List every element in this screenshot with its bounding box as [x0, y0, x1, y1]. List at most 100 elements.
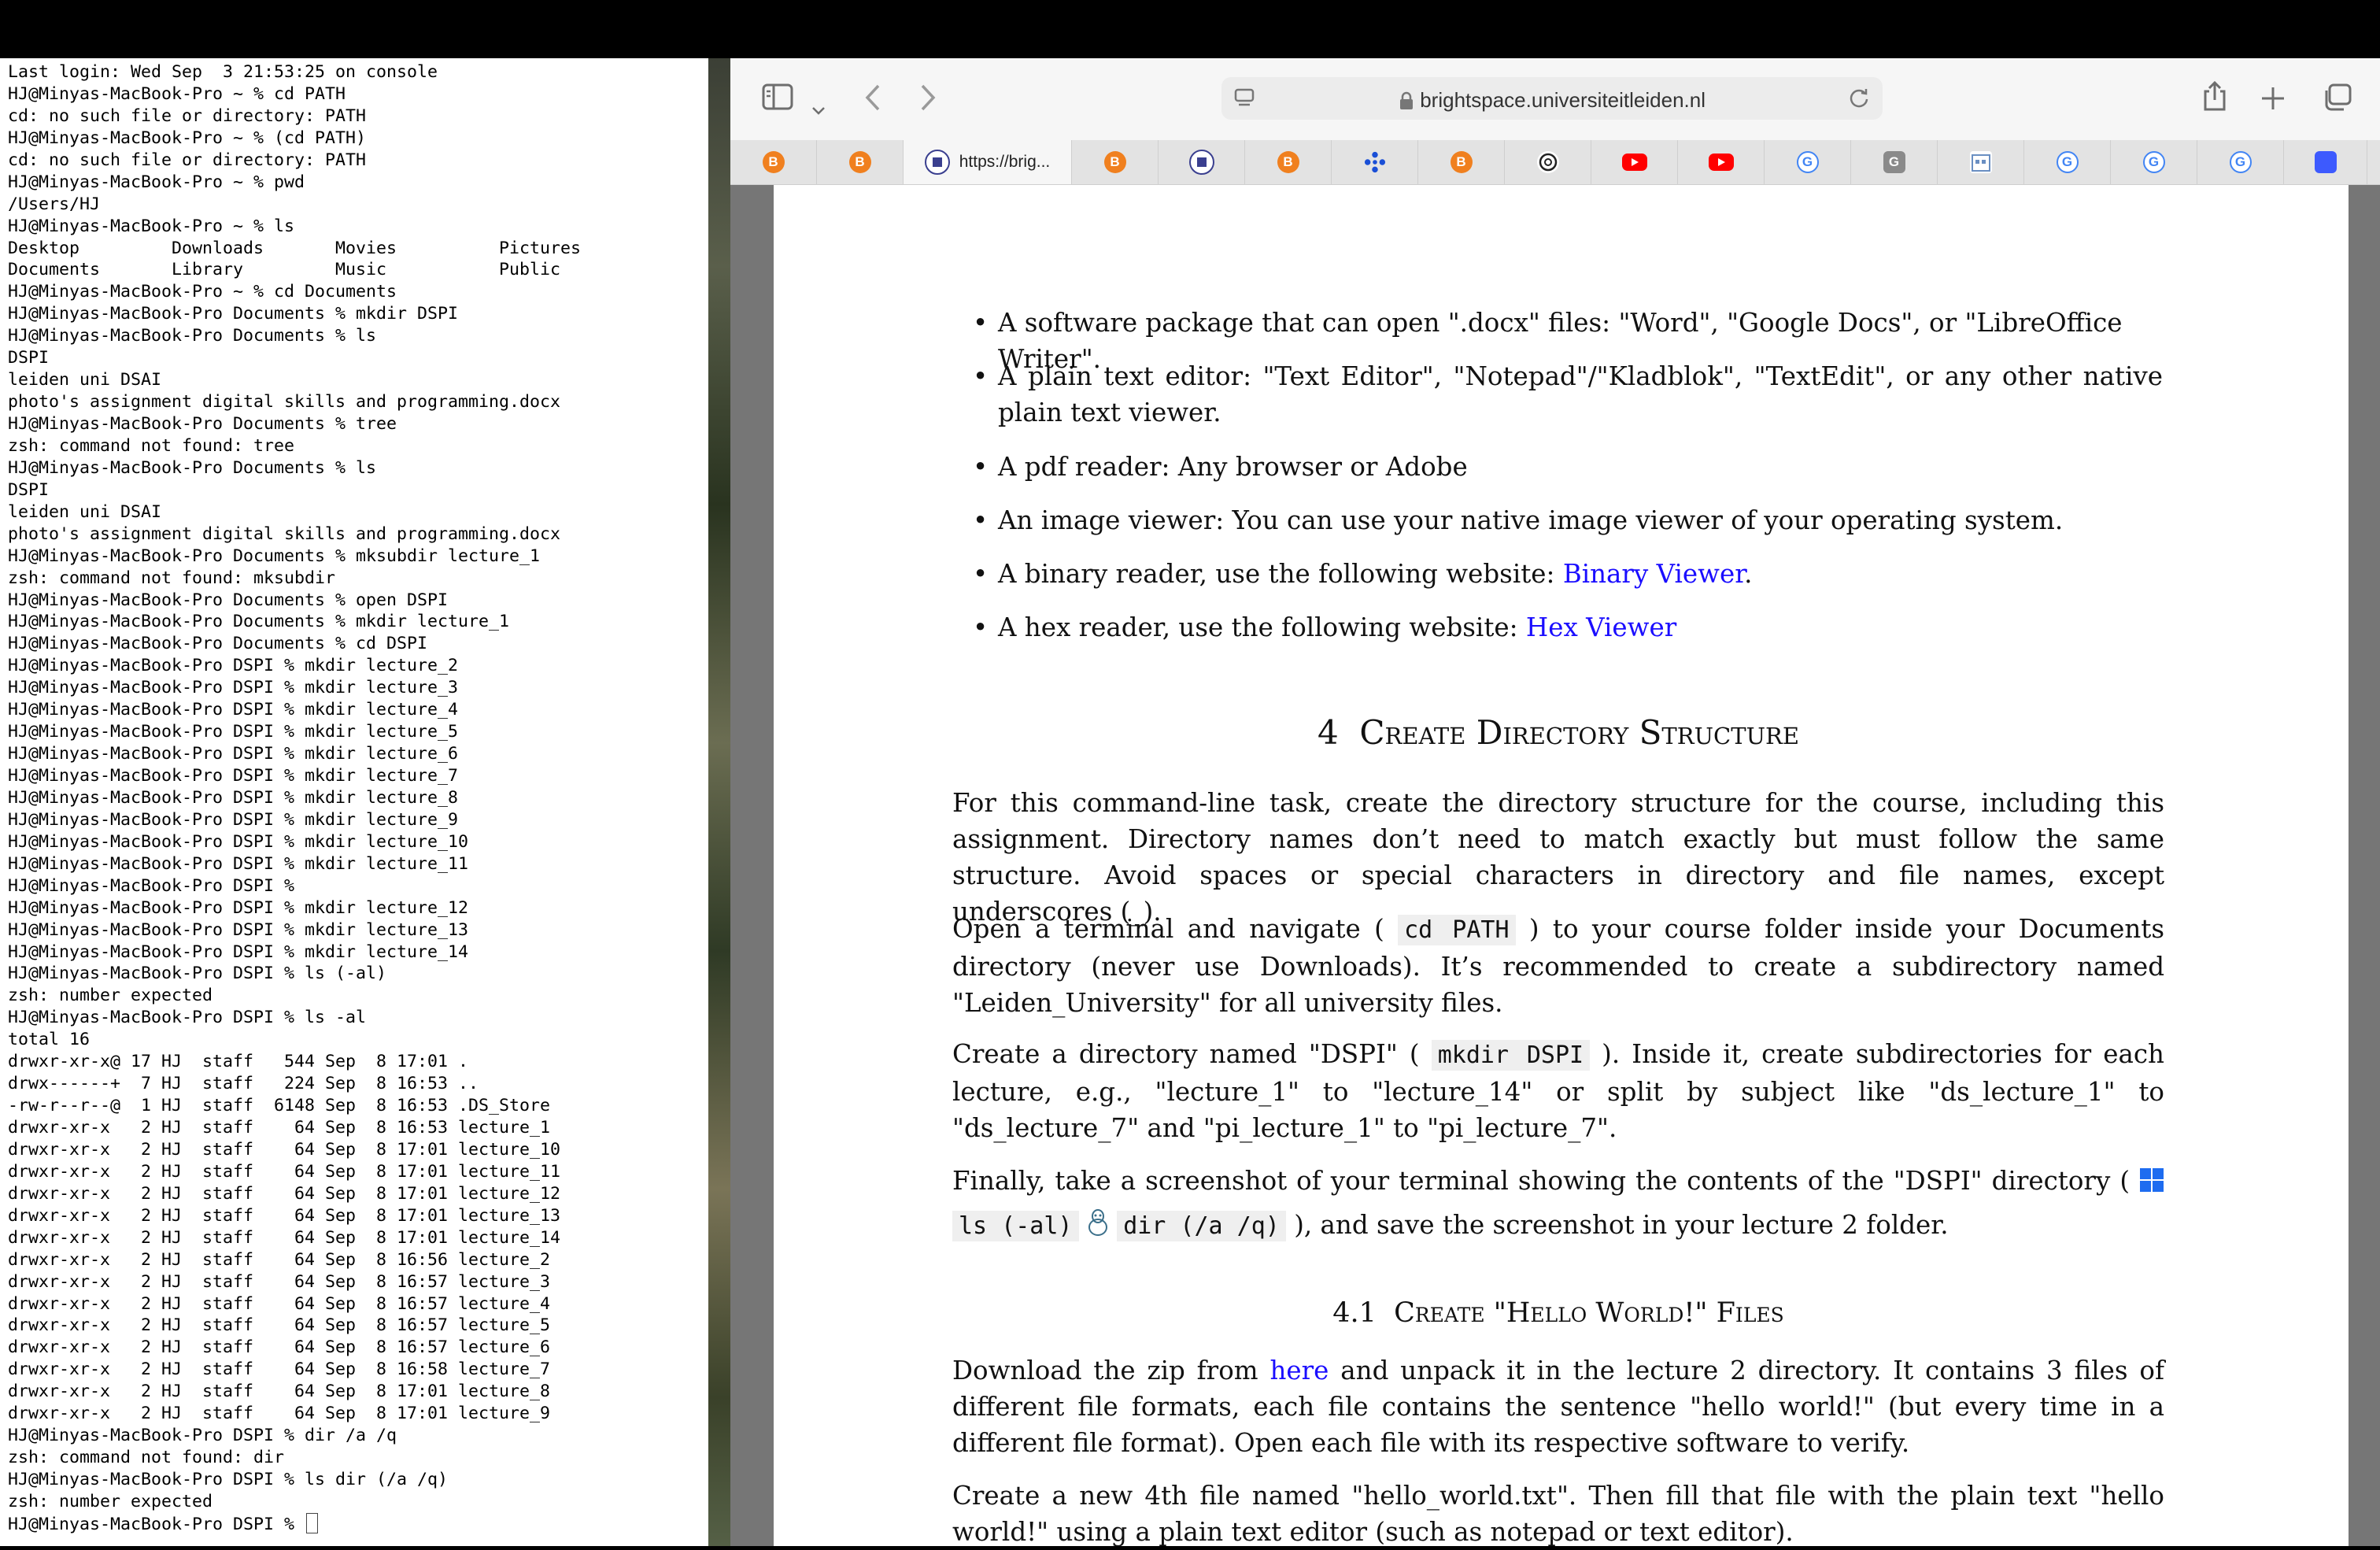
tab[interactable] [2284, 140, 2367, 184]
terminal-line: HJ@Minyas-MacBook-Pro DSPI % [8, 1514, 305, 1534]
bullet-text-editor: A plain text editor: "Text Editor", "Not… [973, 358, 2163, 431]
bullet-image-viewer: An image viewer: You can use your native… [973, 502, 2163, 538]
terminal-line: HJ@Minyas-MacBook-Pro Documents % mkdir … [8, 304, 459, 324]
terminal-cursor [306, 1512, 319, 1533]
terminal-line: photo's assignment digital skills and pr… [8, 523, 561, 544]
tab[interactable]: B [1072, 140, 1159, 184]
address-bar[interactable]: brightspace.universiteitleiden.nl [1221, 77, 1883, 120]
brightspace-icon: B [1277, 151, 1299, 173]
tab[interactable]: G [2111, 140, 2197, 184]
google-grey-icon: G [1883, 151, 1905, 173]
terminal-scroll-edge [703, 58, 708, 1546]
menu-bar [0, 0, 2380, 58]
subsection-title: Create "Hello World!" Files [1394, 1297, 1784, 1329]
terminal-line: Documents Library Music Public [8, 260, 561, 280]
code-cd-path: cd PATH [1398, 915, 1516, 945]
forward-icon[interactable] [919, 83, 937, 117]
pdf-margin-left [730, 185, 774, 1546]
youtube-icon [1621, 154, 1647, 171]
terminal-line: drwxr-xr-x@ 17 HJ staff 544 Sep 8 17:01 … [8, 1052, 469, 1072]
app-square-icon [2314, 151, 2337, 173]
leiden-seal-icon [924, 150, 950, 175]
lock-icon [1399, 91, 1414, 116]
terminal-line: HJ@Minyas-MacBook-Pro DSPI % [8, 875, 295, 896]
brightspace-icon: B [848, 151, 871, 173]
terminal-window[interactable]: Last login: Wed Sep 3 21:53:25 on consol… [0, 58, 708, 1546]
section-heading: 4 Create Directory Structure [952, 713, 2164, 752]
paragraph-intro: For this command-line task, create the d… [952, 788, 2164, 927]
terminal-line: drwxr-xr-x 2 HJ staff 64 Sep 8 17:01 lec… [8, 1139, 561, 1160]
terminal-line: zsh: command not found: tree [8, 435, 295, 456]
tab[interactable] [1505, 140, 1591, 184]
tab-active[interactable]: https://brig... [904, 140, 1072, 184]
terminal-line: drwxr-xr-x 2 HJ staff 64 Sep 8 16:57 lec… [8, 1315, 551, 1336]
terminal-line: drwxr-xr-x 2 HJ staff 64 Sep 8 17:01 lec… [8, 1382, 551, 1402]
leiden-seal-icon [1188, 150, 1214, 175]
new-tab-icon[interactable] [2260, 85, 2286, 117]
terminal-line: DSPI [8, 479, 50, 500]
chevron-down-icon[interactable] [811, 90, 826, 121]
terminal-line: Desktop Downloads Movies Pictures [8, 238, 582, 258]
tab[interactable] [1938, 140, 2024, 184]
terminal-line: HJ@Minyas-MacBook-Pro Documents % open D… [8, 590, 449, 610]
brightspace-icon: B [1450, 151, 1473, 173]
tab[interactable]: B [1245, 140, 1332, 184]
tab-title: https://brig... [959, 153, 1051, 171]
terminal-line: zsh: command not found: mksubdir [8, 568, 336, 588]
code-mkdir-dspi: mkdir DSPI [1431, 1040, 1591, 1071]
terminal-line: drwxr-xr-x 2 HJ staff 64 Sep 8 16:53 lec… [8, 1118, 551, 1138]
paragraph-create-dspi: Create a directory named "DSPI" ( mkdir … [952, 1039, 2164, 1143]
hex-viewer-link[interactable]: Hex Viewer [1526, 612, 1676, 642]
tab[interactable] [1332, 140, 1418, 184]
terminal-line: HJ@Minyas-MacBook-Pro DSPI % ls -al [8, 1008, 367, 1028]
terminal-line: HJ@Minyas-MacBook-Pro ~ % (cd PATH) [8, 128, 367, 148]
sidebar-toggle-icon[interactable] [762, 83, 793, 116]
back-icon[interactable] [864, 83, 881, 117]
tab[interactable]: G [1765, 140, 1851, 184]
terminal-line: HJ@Minyas-MacBook-Pro DSPI % mkdir lectu… [8, 700, 459, 720]
tab[interactable]: B [730, 140, 817, 184]
tab[interactable] [1159, 140, 1245, 184]
terminal-line: cd: no such file or directory: PATH [8, 105, 367, 126]
desktop-wallpaper [708, 58, 730, 1546]
terminal-line: HJ@Minyas-MacBook-Pro DSPI % mkdir lectu… [8, 853, 469, 874]
terminal-line: HJ@Minyas-MacBook-Pro ~ % ls [8, 216, 295, 236]
terminal-line: drwxr-xr-x 2 HJ staff 64 Sep 8 17:01 lec… [8, 1227, 561, 1248]
terminal-line: drwxr-xr-x 2 HJ staff 64 Sep 8 17:01 lec… [8, 1404, 551, 1424]
tab[interactable] [1678, 140, 1765, 184]
tab[interactable]: G [2024, 140, 2111, 184]
terminal-line: drwxr-xr-x 2 HJ staff 64 Sep 8 16:56 lec… [8, 1249, 551, 1270]
terminal-line: HJ@Minyas-MacBook-Pro DSPI % mkdir lectu… [8, 656, 459, 676]
paragraph-download-zip: Download the zip from here and unpack it… [952, 1356, 2164, 1458]
terminal-output: Last login: Wed Sep 3 21:53:25 on consol… [8, 61, 581, 1536]
paragraph-navigate: Open a terminal and navigate ( cd PATH )… [952, 914, 2165, 1018]
terminal-line: HJ@Minyas-MacBook-Pro DSPI % ls (-al) [8, 964, 387, 984]
bullet-pdf-reader: A pdf reader: Any browser or Adobe [973, 449, 2163, 485]
terminal-line: HJ@Minyas-MacBook-Pro Documents % ls [8, 457, 377, 478]
share-icon[interactable] [2202, 80, 2227, 117]
subsection-number: 4.1 [1332, 1297, 1377, 1329]
reload-icon[interactable] [1848, 87, 1870, 113]
tab[interactable]: G [2197, 140, 2284, 184]
tab[interactable]: B [1418, 140, 1505, 184]
tab[interactable] [1591, 140, 1678, 184]
paragraph-hello-world-file: Create a new 4th file named "hello_world… [952, 1481, 2164, 1547]
tab[interactable]: G [1851, 140, 1938, 184]
terminal-line: HJ@Minyas-MacBook-Pro DSPI % mkdir lectu… [8, 831, 469, 852]
terminal-line: drwxr-xr-x 2 HJ staff 64 Sep 8 16:58 lec… [8, 1359, 551, 1380]
terminal-line: zsh: number expected [8, 986, 213, 1006]
openai-icon [1536, 151, 1559, 173]
tab[interactable]: B [817, 140, 904, 184]
here-link[interactable]: here [1269, 1356, 1329, 1385]
url-text: brightspace.universiteitleiden.nl [1420, 88, 1706, 112]
linux-penguin-icon [1087, 1208, 1109, 1249]
terminal-line: HJ@Minyas-MacBook-Pro DSPI % mkdir lectu… [8, 766, 459, 786]
terminal-line: HJ@Minyas-MacBook-Pro Documents % ls [8, 326, 377, 346]
dots-cluster-icon [1364, 151, 1386, 173]
terminal-line: HJ@Minyas-MacBook-Pro Documents % mksubd… [8, 546, 541, 566]
tab-overview-icon[interactable] [2322, 83, 2352, 117]
brightspace-icon: B [1103, 151, 1126, 173]
terminal-line: leiden uni DSAI [8, 501, 162, 522]
terminal-line: drwxr-xr-x 2 HJ staff 64 Sep 8 16:57 lec… [8, 1337, 551, 1358]
binary-viewer-link[interactable]: Binary Viewer [1563, 559, 1744, 589]
